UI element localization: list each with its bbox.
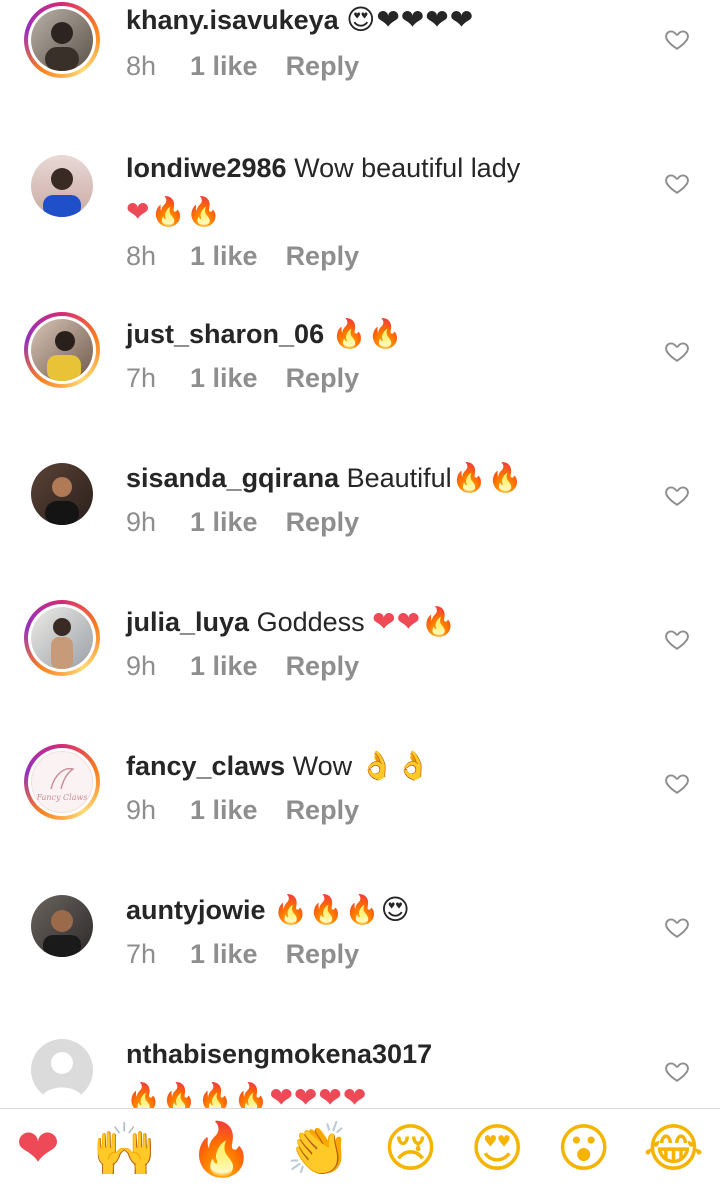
comment-meta: 9h 1 like Reply <box>126 500 646 544</box>
comment-likes[interactable]: 1 like <box>190 788 258 832</box>
user-photo-icon <box>45 22 79 71</box>
like-heart-icon[interactable] <box>664 626 690 652</box>
comment-emoji: 😍❤❤❤❤ <box>346 3 475 36</box>
comment-text: julia_luya Goddess ❤❤🔥 <box>126 600 646 644</box>
like-heart-icon[interactable] <box>664 914 690 940</box>
comment-emoji: 👌👌 <box>359 749 432 782</box>
comment-time: 9h <box>126 795 157 825</box>
fancy-claws-logo-icon <box>50 767 75 789</box>
comment-text: fancy_claws Wow 👌👌 <box>126 744 646 788</box>
comment-time: 8h <box>126 241 157 271</box>
fire-reaction-icon[interactable]: 🔥 <box>189 1119 254 1180</box>
comment-text: khany.isavukeya 😍❤❤❤❤ <box>126 0 646 42</box>
avatar[interactable]: Fancy Claws <box>24 744 100 820</box>
user-photo-icon <box>43 168 81 217</box>
reply-button[interactable]: Reply <box>286 788 360 832</box>
reply-button[interactable]: Reply <box>286 500 360 544</box>
avatar[interactable] <box>24 148 100 224</box>
comment-time: 9h <box>126 651 157 681</box>
default-avatar-icon <box>41 1052 83 1101</box>
comment-text: auntyjowie 🔥🔥🔥😍 <box>126 888 646 932</box>
comment-emoji: ❤❤🔥 <box>372 605 457 638</box>
like-heart-icon[interactable] <box>664 26 690 52</box>
avatar-logo-text: Fancy Claws <box>36 792 88 802</box>
user-photo-icon <box>43 910 81 957</box>
comment-likes[interactable]: 1 like <box>190 234 258 278</box>
crying-face-reaction-icon[interactable]: 😢 <box>383 1119 437 1179</box>
like-heart-icon[interactable] <box>664 170 690 196</box>
comment-text: londiwe2986 Wow beautiful lady <box>126 146 646 190</box>
comment-username[interactable]: just_sharon_06 <box>126 319 324 349</box>
avatar[interactable] <box>24 312 100 388</box>
comment-message: Wow <box>292 751 353 781</box>
avatar[interactable] <box>24 888 100 964</box>
comment-time: 9h <box>126 507 157 537</box>
comment-message: Wow beautiful lady <box>294 153 521 183</box>
comment-text: nthabisengmokena3017 <box>126 1032 646 1076</box>
like-heart-icon[interactable] <box>664 770 690 796</box>
reply-button[interactable]: Reply <box>286 234 360 278</box>
comment-time: 8h <box>126 51 157 81</box>
comment-likes[interactable]: 1 like <box>190 932 258 976</box>
reply-button[interactable]: Reply <box>286 644 360 688</box>
avatar[interactable] <box>24 1032 100 1108</box>
comment-meta: 8h 1 like Reply <box>126 234 646 278</box>
comment-username[interactable]: fancy_claws <box>126 751 285 781</box>
avatar[interactable] <box>24 2 100 78</box>
comment-text: sisanda_gqirana Beautiful🔥🔥 <box>126 456 646 500</box>
comment-message: Goddess <box>256 607 365 637</box>
user-photo-icon <box>47 331 81 381</box>
comment-username[interactable]: julia_luya <box>126 607 249 637</box>
comment-likes[interactable]: 1 like <box>190 356 258 400</box>
comment-meta: 9h 1 like Reply <box>126 788 646 832</box>
heart-reaction-icon[interactable]: ❤ <box>16 1119 60 1179</box>
comment-likes[interactable]: 1 like <box>190 44 258 88</box>
comment-username[interactable]: londiwe2986 <box>126 153 287 183</box>
user-photo-icon <box>45 477 79 525</box>
comment-username[interactable]: khany.isavukeya <box>126 5 339 35</box>
comment-time: 7h <box>126 363 157 393</box>
avatar[interactable] <box>24 600 100 676</box>
comment-username[interactable]: auntyjowie <box>126 895 266 925</box>
comment-username[interactable]: nthabisengmokena3017 <box>126 1039 432 1069</box>
like-heart-icon[interactable] <box>664 338 690 364</box>
comment-meta: 7h 1 like Reply <box>126 356 646 400</box>
comment-emoji: ❤🔥🔥 <box>126 195 223 228</box>
comment-message: Beautiful <box>346 463 452 493</box>
reply-button[interactable]: Reply <box>286 932 360 976</box>
tears-of-joy-reaction-icon[interactable]: 😂 <box>643 1119 704 1179</box>
comment-emoji: 🔥🔥 <box>451 461 524 494</box>
reply-button[interactable]: Reply <box>286 356 360 400</box>
avatar[interactable] <box>24 456 100 532</box>
surprised-face-reaction-icon[interactable]: 😮 <box>557 1119 611 1179</box>
comment-meta: 8h 1 like Reply <box>126 44 646 88</box>
comment-meta: 9h 1 like Reply <box>126 644 646 688</box>
heart-eyes-reaction-icon[interactable]: 😍 <box>470 1119 524 1179</box>
comment-emoji: 🔥🔥 <box>331 317 404 350</box>
comment-emoji: 🔥🔥🔥😍 <box>273 893 411 926</box>
reply-button[interactable]: Reply <box>286 44 360 88</box>
raising-hands-reaction-icon[interactable]: 🙌 <box>92 1119 157 1180</box>
comment-meta: 7h 1 like Reply <box>126 932 646 976</box>
quick-reactions-bar: ❤ 🙌 🔥 👏 😢 😍 😮 😂 <box>0 1108 720 1189</box>
user-photo-icon <box>51 618 73 669</box>
comment-username[interactable]: sisanda_gqirana <box>126 463 339 493</box>
comment-text: just_sharon_06 🔥🔥 <box>126 312 646 356</box>
clapping-reaction-icon[interactable]: 👏 <box>286 1119 351 1180</box>
like-heart-icon[interactable] <box>664 1058 690 1084</box>
comment-likes[interactable]: 1 like <box>190 644 258 688</box>
comment-time: 7h <box>126 939 157 969</box>
like-heart-icon[interactable] <box>664 482 690 508</box>
comment-likes[interactable]: 1 like <box>190 500 258 544</box>
